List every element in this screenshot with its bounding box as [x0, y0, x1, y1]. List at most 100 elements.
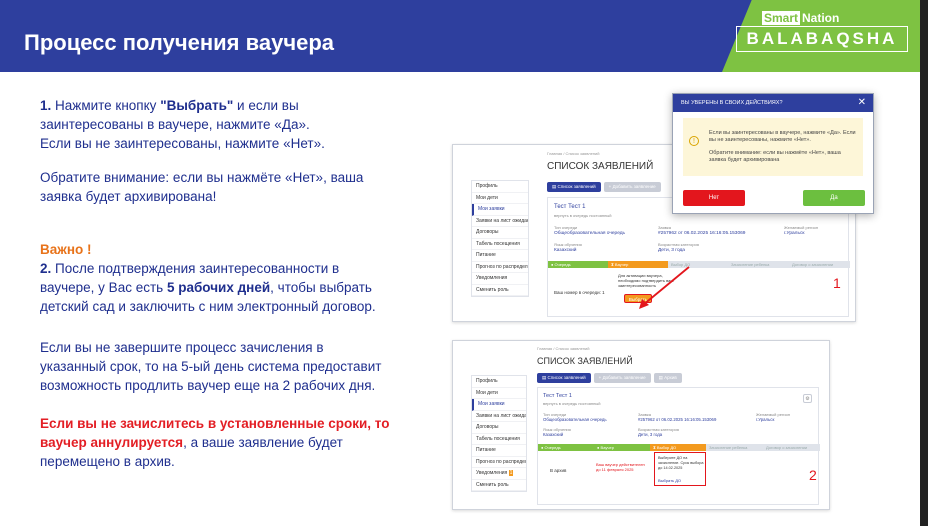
p1-line-2: заинтересованы в ваучере, нажмите «Да».: [40, 117, 310, 132]
tab-add-label-2: Добавить заявление: [602, 375, 646, 380]
p1-line-3: Если вы не заинтересованы, нажмите «Нет»…: [40, 136, 325, 151]
brand-nation: Nation: [802, 11, 840, 25]
value-region: г.Уральск: [784, 231, 805, 236]
sidebar2-item-children[interactable]: Мои дети: [472, 388, 526, 399]
sidebar2-item-applications[interactable]: Мои заявки: [472, 399, 526, 411]
sidebar-item-forecast[interactable]: Прогноз по распределению мест: [472, 262, 528, 273]
step-enrollment-label: Зачисление ребенка: [731, 262, 770, 267]
value-application-2: #257962 от 06.02.2025 16:16:05.153069: [638, 417, 717, 422]
sidebar2-item-meals[interactable]: Питание: [472, 445, 526, 457]
choose-do-link[interactable]: Выбрать ДО: [658, 478, 681, 483]
slide-title: Процесс получения ваучера: [24, 30, 334, 55]
archive-link[interactable]: В архив: [550, 468, 566, 473]
marker-2: 2: [809, 467, 817, 483]
sidebar-item-waitlist[interactable]: Заявки на лист ожидания: [472, 216, 528, 227]
close-icon[interactable]: ✕: [858, 94, 866, 112]
p3-line-1: После подтверждения заинтересованности в: [55, 261, 340, 276]
page-title: СПИСОК ЗАЯВЛЕНИЙ: [547, 161, 654, 172]
p1-button-name: "Выбрать": [160, 98, 234, 113]
sidebar-item-meals[interactable]: Питание: [472, 250, 528, 262]
p5-voucher-cancelled: ваучер аннулируется: [40, 435, 184, 450]
p3-days: 5 рабочих дней: [166, 280, 271, 295]
p4-line-1: Если вы не завершите процесс зачисления …: [40, 340, 324, 355]
value-age-2: Дети, 3 года: [638, 432, 663, 437]
application-card: Тест Тест 1 вернуть в очередь постоянный…: [547, 197, 850, 317]
choose-do-text: Выберите ДО на зачисление. Срок выбора д…: [658, 456, 704, 470]
screenshot-applications-2: Главная / Список заявлений СПИСОК ЗАЯВЛЕ…: [452, 340, 830, 510]
sidebar-item-profile[interactable]: Профиль: [472, 181, 528, 193]
sidebar2-item-profile[interactable]: Профиль: [472, 376, 526, 388]
settings-icon[interactable]: ⚙: [803, 394, 812, 403]
tab-add-application-2[interactable]: + Добавить заявление: [593, 373, 651, 383]
progress-steps-2: ● Очередь ● Ваучер ⧗ Выбор ДО Зачисление…: [538, 444, 820, 451]
step2-voucher: ● Ваучер: [594, 444, 650, 451]
notification-badge: 1: [508, 470, 514, 476]
tab-add-label: Добавить заявление: [612, 184, 656, 189]
sidebar-item-children[interactable]: Мои дети: [472, 193, 528, 204]
step-number: 1.: [40, 98, 52, 113]
child-subtitle: вернуть в очередь постоянный: [554, 213, 612, 218]
info-icon: !: [689, 136, 699, 146]
sidebar2-item-contracts[interactable]: Договоры: [472, 422, 526, 434]
p5-line-3: перемещено в архив.: [40, 454, 175, 469]
queue-number: Ваш номер в очереди: 1: [554, 290, 605, 295]
breadcrumb-2[interactable]: Главная / Список заявлений: [537, 346, 589, 351]
modal-warning-box: ! Если вы заинтересованы в ваучере, нажм…: [683, 118, 863, 176]
tab-add-application[interactable]: + Добавить заявление: [603, 182, 661, 192]
step-contract: Договор о зачислении: [789, 261, 850, 268]
step2-enrollment-label: Зачисление ребенка: [709, 445, 748, 450]
sidebar-item-applications[interactable]: Мои заявки: [472, 204, 528, 216]
sidebar2-item-notifications[interactable]: Уведомления 1: [472, 468, 526, 480]
page-title-2: СПИСОК ЗАЯВЛЕНИЙ: [537, 356, 633, 366]
sidebar2-notifications-label: Уведомления: [476, 470, 508, 476]
step-voucher-label: Ваучер: [614, 262, 629, 267]
p1-text-a: Нажмите кнопку: [55, 98, 157, 113]
tabs-2: ▤ Список заявлений + Добавить заявление …: [537, 373, 682, 383]
tab-applications[interactable]: ▤ Список заявлений: [547, 182, 601, 192]
label-queue-type: Тип очереди: [554, 225, 578, 230]
sidebar-item-change-role[interactable]: Сменить роль: [472, 285, 528, 296]
paragraph-5: Если вы не зачислитесь в установленные с…: [40, 414, 389, 471]
yes-button[interactable]: Да: [803, 190, 865, 206]
value-language-2: Казахский: [543, 432, 564, 437]
sidebar2-item-forecast[interactable]: Прогноз по распределению мест: [472, 457, 526, 468]
step2-choose-do: ⧗ Выбор ДО: [650, 444, 706, 451]
window-border: [920, 0, 928, 526]
slide: Процесс получения ваучера Smart Nation BA…: [0, 0, 920, 526]
choose-do-box: Выберите ДО на зачисление. Срок выбора д…: [654, 452, 706, 486]
child-name: Тест Тест 1: [554, 204, 586, 210]
sidebar2-item-waitlist[interactable]: Заявки на лист ожидания: [472, 411, 526, 422]
label-region: Желаемый регион: [784, 225, 819, 230]
brand-smart: Smart: [762, 11, 801, 25]
step2-contract: Договор о зачислении: [763, 444, 820, 451]
modal-text-2: Обратите внимание: если вы нажмёте «Нет»…: [709, 150, 841, 163]
modal-text-1: Если вы заинтересованы в ваучере, нажмит…: [709, 130, 856, 143]
breadcrumb[interactable]: Главная / Список заявлений: [547, 151, 599, 156]
sidebar-item-notifications[interactable]: Уведомления: [472, 273, 528, 285]
tabs: ▤ Список заявлений + Добавить заявление: [547, 182, 661, 192]
paragraph-1: 1. Нажмите кнопку "Выбрать" и если вы за…: [40, 96, 325, 153]
tab-applications-2[interactable]: ▤ Список заявлений: [537, 373, 591, 383]
arrow-annotation: [639, 266, 690, 309]
p4-line-2: указанный срок, то на 5-ый день система …: [40, 359, 382, 374]
sidebar2-item-attendance[interactable]: Табель посещения: [472, 434, 526, 445]
value-queue-type: Общеобразовательная очередь: [554, 231, 626, 236]
p2-line-2: заявка будет архивирована!: [40, 189, 217, 204]
p2-line-1: Обратите внимание: если вы нажмёте «Нет»…: [40, 170, 364, 185]
step-queue-label: Очередь: [554, 262, 571, 267]
step-enrollment: Зачисление ребенка: [728, 261, 789, 268]
p3-line-3: детский сад и заключить с ним электронны…: [40, 299, 376, 314]
tab-archive[interactable]: ▤ Архив: [653, 373, 682, 383]
sidebar2-item-change-role[interactable]: Сменить роль: [472, 480, 526, 491]
no-button[interactable]: Нет: [683, 190, 745, 206]
confirm-modal: ВЫ УВЕРЕНЫ В СВОИХ ДЕЙСТВИЯХ? ✕ ! Если в…: [672, 93, 874, 214]
important-heading: Важно !: [40, 242, 92, 257]
value-age: Дети, 3 года: [658, 248, 685, 253]
p4-line-3: возможность продлить ваучер еще на 2 раб…: [40, 378, 376, 393]
paragraph-3: Важно ! 2. После подтверждения заинтерес…: [40, 240, 376, 316]
sidebar-item-attendance[interactable]: Табель посещения: [472, 239, 528, 250]
p1-text-b: и если вы: [237, 98, 299, 113]
brand-logo-main: BALABAQSHA: [736, 26, 908, 52]
p3-line-2c: , чтобы выбрать: [270, 280, 372, 295]
sidebar-item-contracts[interactable]: Договоры: [472, 227, 528, 239]
